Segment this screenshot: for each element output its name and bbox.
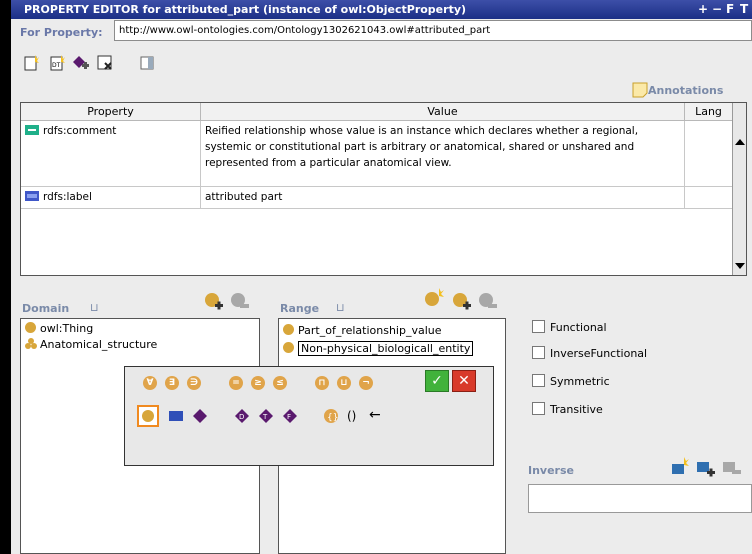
list-item[interactable]: Part_of_relationship_value bbox=[283, 323, 442, 339]
union-class-icon bbox=[25, 338, 37, 349]
range-edit-field[interactable]: Non-physical_biologicall_entity bbox=[298, 341, 474, 356]
scroll-up-icon[interactable] bbox=[735, 139, 745, 145]
remove-domain-class-icon[interactable] bbox=[230, 292, 250, 312]
inverse-functional-checkbox[interactable]: InverseFunctional bbox=[532, 346, 647, 360]
remove-inverse-icon[interactable] bbox=[722, 458, 742, 478]
column-header-property[interactable]: Property bbox=[21, 103, 201, 121]
view-panel-icon[interactable] bbox=[138, 54, 156, 72]
svg-text:{}: {} bbox=[327, 413, 338, 423]
create-datatype-icon[interactable]: DT bbox=[48, 54, 66, 72]
label-lang-cell[interactable] bbox=[685, 187, 733, 209]
property-name: rdfs:comment bbox=[43, 125, 117, 137]
class-icon bbox=[142, 410, 154, 422]
inverse-field[interactable] bbox=[528, 484, 752, 513]
table-scrollbar[interactable] bbox=[732, 103, 746, 275]
annotation-property-icon bbox=[25, 125, 39, 135]
list-item[interactable]: Non-physical_biologicall_entity bbox=[283, 341, 474, 357]
scroll-down-icon[interactable] bbox=[735, 263, 745, 269]
has-value-symbol-button[interactable]: ∋ bbox=[187, 376, 201, 390]
expression-editor-popup: ∀ ∃ ∋ = ≥ ≤ ⊓ ⊔ ¬ ✓ ✕ D T F {} () ← bbox=[124, 366, 494, 466]
false-individual-icon[interactable]: F bbox=[283, 409, 297, 423]
annotations-icon[interactable] bbox=[632, 82, 648, 98]
add-domain-class-icon[interactable] bbox=[204, 292, 224, 312]
range-collapse-icon[interactable]: ⊔ bbox=[336, 301, 345, 314]
cancel-button[interactable]: ✕ bbox=[452, 370, 476, 392]
comment-value-cell[interactable]: Reified relationship whose value is an i… bbox=[201, 121, 685, 187]
true-individual-icon[interactable]: T bbox=[259, 409, 273, 423]
window-title: PROPERTY EDITOR for attributed_part (ins… bbox=[24, 3, 467, 16]
property-name: rdfs:label bbox=[43, 191, 92, 203]
left-border bbox=[8, 0, 11, 554]
class-icon bbox=[283, 342, 294, 353]
datatype-individual-icon[interactable]: D bbox=[235, 409, 249, 423]
property-uri-field[interactable]: http://www.owl-ontologies.com/Ontology13… bbox=[114, 20, 752, 41]
column-header-lang[interactable]: Lang bbox=[685, 103, 733, 121]
enumeration-icon[interactable]: {} bbox=[323, 408, 339, 424]
forall-symbol-button[interactable]: ∀ bbox=[143, 376, 157, 390]
max-cardinality-symbol-button[interactable]: ≤ bbox=[273, 376, 287, 390]
inverse-label: Inverse bbox=[528, 464, 574, 477]
union-symbol-button[interactable]: ⊔ bbox=[337, 376, 351, 390]
create-annotation-icon[interactable] bbox=[22, 54, 40, 72]
min-cardinality-symbol-button[interactable]: ≥ bbox=[251, 376, 265, 390]
svg-text:D: D bbox=[239, 413, 244, 421]
property-editor-window: PROPERTY EDITOR for attributed_part (ins… bbox=[8, 0, 752, 554]
parentheses-button[interactable]: () bbox=[347, 409, 356, 423]
svg-text:DT: DT bbox=[52, 62, 61, 69]
exists-symbol-button[interactable]: ∃ bbox=[165, 376, 179, 390]
domain-collapse-icon[interactable]: ⊔ bbox=[90, 301, 99, 314]
add-inverse-icon[interactable] bbox=[696, 458, 716, 478]
for-property-label: For Property: bbox=[20, 26, 103, 39]
property-insert-icon[interactable] bbox=[169, 411, 183, 421]
f-control[interactable]: F bbox=[726, 0, 734, 19]
label-value-cell[interactable]: attributed part bbox=[201, 187, 685, 209]
class-icon bbox=[283, 324, 294, 335]
svg-text:T: T bbox=[262, 413, 268, 421]
remove-range-class-icon[interactable] bbox=[478, 292, 498, 312]
title-bar: PROPERTY EDITOR for attributed_part (ins… bbox=[8, 0, 752, 19]
delete-annotation-icon[interactable] bbox=[96, 54, 114, 72]
intersection-symbol-button[interactable]: ⊓ bbox=[315, 376, 329, 390]
add-instance-icon[interactable] bbox=[72, 54, 90, 72]
create-inverse-icon[interactable] bbox=[670, 456, 690, 476]
functional-checkbox[interactable]: Functional bbox=[532, 320, 607, 334]
comment-lang-cell[interactable] bbox=[685, 121, 733, 187]
class-insert-button[interactable] bbox=[137, 405, 159, 427]
complement-symbol-button[interactable]: ¬ bbox=[359, 376, 373, 390]
class-icon bbox=[25, 322, 36, 333]
symmetric-checkbox[interactable]: Symmetric bbox=[532, 374, 610, 388]
ok-button[interactable]: ✓ bbox=[425, 370, 449, 392]
remove-control[interactable]: − bbox=[712, 0, 722, 19]
t-control[interactable]: T bbox=[740, 0, 748, 19]
annotations-table: Property Value Lang rdfs:comment Reified… bbox=[20, 102, 747, 276]
backspace-button[interactable]: ← bbox=[369, 407, 381, 423]
annotation-property-icon bbox=[25, 191, 39, 201]
svg-text:F: F bbox=[287, 413, 291, 421]
equals-symbol-button[interactable]: = bbox=[229, 376, 243, 390]
individual-insert-icon[interactable] bbox=[193, 409, 207, 423]
column-header-value[interactable]: Value bbox=[201, 103, 685, 121]
add-control[interactable]: + bbox=[698, 0, 708, 19]
annotations-label: Annotations bbox=[648, 84, 724, 97]
create-range-expression-icon[interactable] bbox=[424, 288, 444, 308]
table-row[interactable]: rdfs:label bbox=[21, 187, 201, 209]
transitive-checkbox[interactable]: Transitive bbox=[532, 402, 603, 416]
add-range-class-icon[interactable] bbox=[452, 292, 472, 312]
range-label: Range bbox=[280, 302, 320, 315]
domain-label: Domain bbox=[22, 302, 70, 315]
list-item[interactable]: owl:Thing bbox=[25, 321, 93, 337]
list-item[interactable]: Anatomical_structure bbox=[25, 337, 157, 353]
table-row[interactable]: rdfs:comment bbox=[21, 121, 201, 187]
